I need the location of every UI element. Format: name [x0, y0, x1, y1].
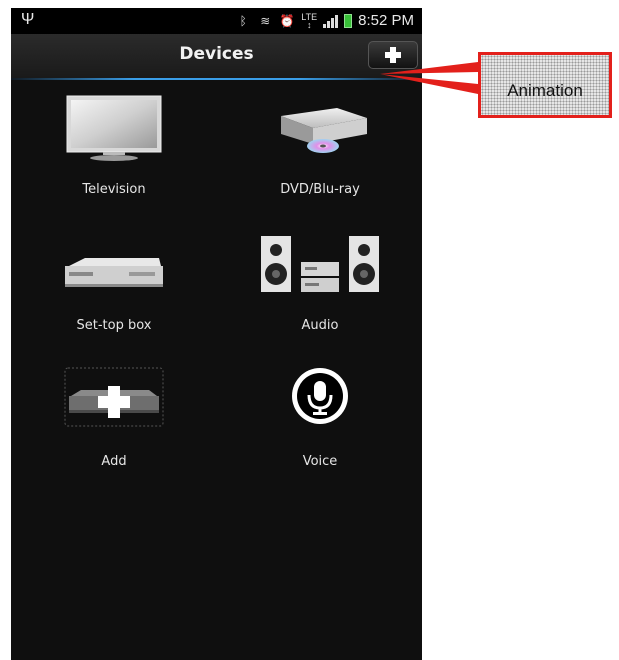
annotation-label: Animation [507, 81, 583, 100]
usb-icon: Ψ [21, 11, 35, 28]
device-label: Audio [301, 318, 339, 333]
alarm-icon: ⏰ [279, 13, 295, 28]
device-tile-audio[interactable]: Audio [217, 230, 422, 340]
annotation-box: Animation [478, 52, 612, 118]
television-icon [66, 95, 162, 161]
device-tile-television[interactable]: Television [11, 94, 217, 204]
device-label: Add [101, 454, 127, 469]
action-bar: Devices [11, 34, 422, 78]
device-tile-dvd[interactable]: DVD/Blu-ray [217, 94, 422, 204]
dvd-player-icon [281, 108, 367, 153]
plus-icon [385, 47, 401, 63]
page-title: Devices [179, 44, 254, 64]
device-tile-add[interactable]: Add [11, 366, 217, 476]
add-device-icon [64, 367, 164, 427]
microphone-icon [292, 368, 348, 424]
device-label: Set-top box [76, 318, 152, 333]
device-label: DVD/Blu-ray [280, 182, 360, 197]
status-time: 8:52 PM [358, 12, 414, 29]
device-tile-set-top-box[interactable]: Set-top box [11, 230, 217, 340]
device-label: Television [82, 182, 146, 197]
animated-divider [11, 78, 422, 80]
device-tile-voice[interactable]: Voice [217, 366, 422, 476]
lte-icon: LTE ↕ [301, 11, 318, 30]
set-top-box-icon [65, 258, 163, 287]
audio-system-icon [261, 236, 379, 292]
device-label: Voice [302, 454, 338, 469]
add-device-button[interactable] [368, 41, 418, 69]
phone-screen: Ψ ᛒ ≋ ⏰ LTE ↕ 8:52 PM Devices Television… [11, 8, 422, 660]
signal-icon [323, 14, 339, 28]
nfc-icon: ≋ [260, 13, 271, 28]
bluetooth-icon: ᛒ [239, 13, 247, 28]
battery-icon [344, 13, 353, 28]
status-bar: Ψ ᛒ ≋ ⏰ LTE ↕ 8:52 PM [11, 8, 422, 34]
